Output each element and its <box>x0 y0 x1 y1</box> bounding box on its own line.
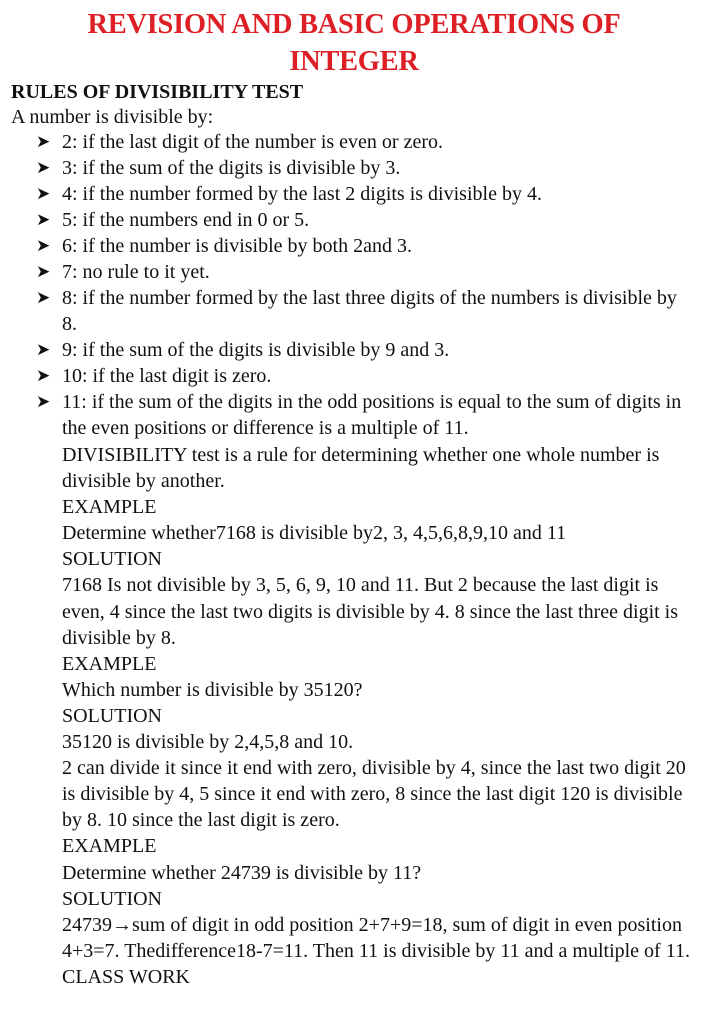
solution-label: SOLUTION <box>62 704 162 727</box>
solution-label: SOLUTION <box>62 887 162 910</box>
arrowhead-bullet-icon: ➤ <box>36 392 51 411</box>
arrowhead-bullet-icon: ➤ <box>36 340 51 359</box>
rule-text: 11: if the sum of the digits in the odd … <box>62 391 682 439</box>
rule-item: ➤ 6: if the number is divisible by both 2… <box>0 233 708 259</box>
solution-text: 7168 Is not divisible by 3, 5, 6, 9, 10 … <box>62 574 679 649</box>
arrowhead-bullet-icon: ➤ <box>36 158 51 177</box>
rule-item: ➤ 7: no rule to it yet. <box>0 259 708 285</box>
divisibility-rules-list: ➤ 2: if the last digit of the number is e… <box>0 129 708 441</box>
rule-text: 4: if the number formed by the last 2 di… <box>62 183 542 205</box>
rule-item: ➤ 3: if the sum of the digits is divisibl… <box>0 155 708 181</box>
rule-text: 9: if the sum of the digits is divisible… <box>62 339 450 361</box>
rule-item: ➤ 5: if the numbers end in 0 or 5. <box>0 207 708 233</box>
title-line-1: REVISION AND BASIC OPERATIONS OF <box>87 9 621 40</box>
definition-text: DIVISIBILITY test is a rule for determin… <box>62 444 660 493</box>
example-label: EXAMPLE <box>62 496 157 519</box>
rule-item: ➤ 4: if the number formed by the last 2 d… <box>0 181 708 207</box>
rule-text: 5: if the numbers end in 0 or 5. <box>62 209 310 231</box>
rule-text: 8: if the number formed by the last thre… <box>62 287 677 335</box>
rule-item: ➤ 9: if the sum of the digits is divisibl… <box>0 337 708 363</box>
solution-label: SOLUTION <box>62 548 162 571</box>
body-text: DIVISIBILITY test is a rule for determin… <box>62 442 692 990</box>
rule-item: ➤ 11: if the sum of the digits in the odd… <box>0 389 708 441</box>
arrowhead-bullet-icon: ➤ <box>36 262 51 281</box>
document-title: REVISION AND BASIC OPERATIONS OF INTEGER <box>0 6 708 80</box>
class-work-label: CLASS WORK <box>62 965 190 988</box>
section-heading: RULES OF DIVISIBILITY TEST <box>11 81 304 103</box>
arrowhead-bullet-icon: ➤ <box>36 366 51 385</box>
solution-text: 2 can divide it since it end with zero, … <box>62 757 686 832</box>
arrowhead-bullet-icon: ➤ <box>36 210 51 229</box>
rule-item: ➤ 10: if the last digit is zero. <box>0 363 708 389</box>
rule-item: ➤ 8: if the number formed by the last thr… <box>0 285 708 337</box>
rule-text: 2: if the last digit of the number is ev… <box>62 131 444 153</box>
intro-text: A number is divisible by: <box>11 106 214 128</box>
arrowhead-bullet-icon: ➤ <box>36 184 51 203</box>
rule-text: 10: if the last digit is zero. <box>62 365 272 387</box>
title-line-2: INTEGER <box>289 46 419 77</box>
example-label: EXAMPLE <box>62 835 157 858</box>
solution-text: 24739→sum of digit in odd position 2+7+9… <box>62 913 690 962</box>
rule-text: 6: if the number is divisible by both 2a… <box>62 235 412 257</box>
rule-text: 7: no rule to it yet. <box>62 261 210 283</box>
example-question: Which number is divisible by 35120? <box>62 678 363 701</box>
example-question: Determine whether7168 is divisible by2, … <box>62 522 567 545</box>
arrowhead-bullet-icon: ➤ <box>36 236 51 255</box>
arrowhead-bullet-icon: ➤ <box>36 288 51 307</box>
rule-text: 3: if the sum of the digits is divisible… <box>62 157 401 179</box>
rule-item: ➤ 2: if the last digit of the number is e… <box>0 129 708 155</box>
arrowhead-bullet-icon: ➤ <box>36 132 51 151</box>
example-question: Determine whether 24739 is divisible by … <box>62 861 422 884</box>
example-label: EXAMPLE <box>62 652 157 675</box>
solution-text: 35120 is divisible by 2,4,5,8 and 10. <box>62 731 354 754</box>
